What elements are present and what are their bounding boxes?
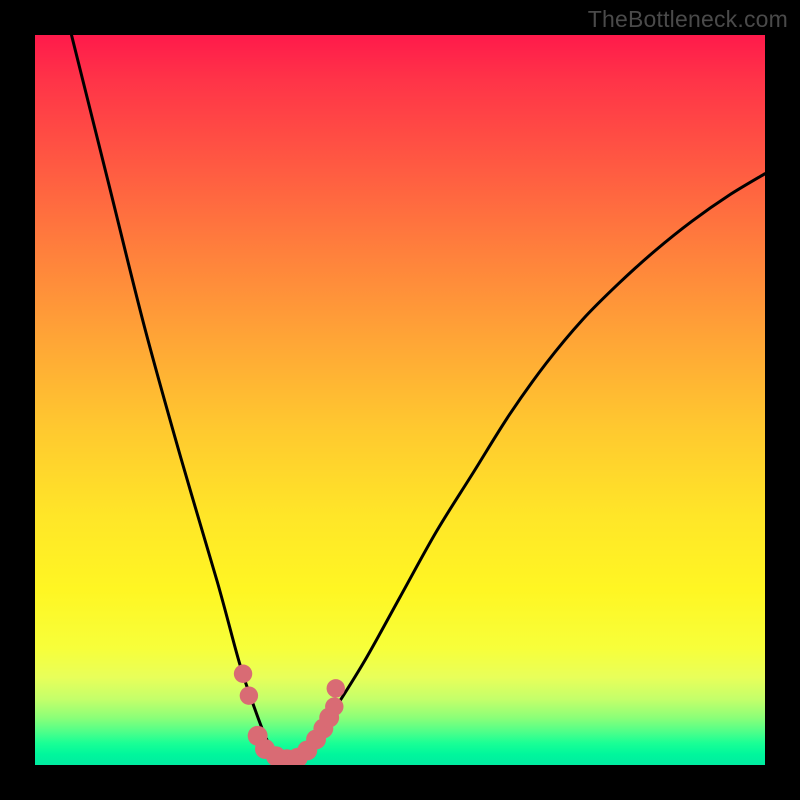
watermark-text: TheBottleneck.com [588, 6, 788, 33]
plot-area [35, 35, 765, 765]
bottleneck-curve [72, 35, 766, 761]
curve-marker [327, 679, 345, 697]
curve-marker [240, 686, 258, 704]
chart-frame: TheBottleneck.com [0, 0, 800, 800]
curve-marker [234, 665, 252, 683]
bottleneck-curve-svg [35, 35, 765, 765]
curve-marker [325, 697, 343, 715]
